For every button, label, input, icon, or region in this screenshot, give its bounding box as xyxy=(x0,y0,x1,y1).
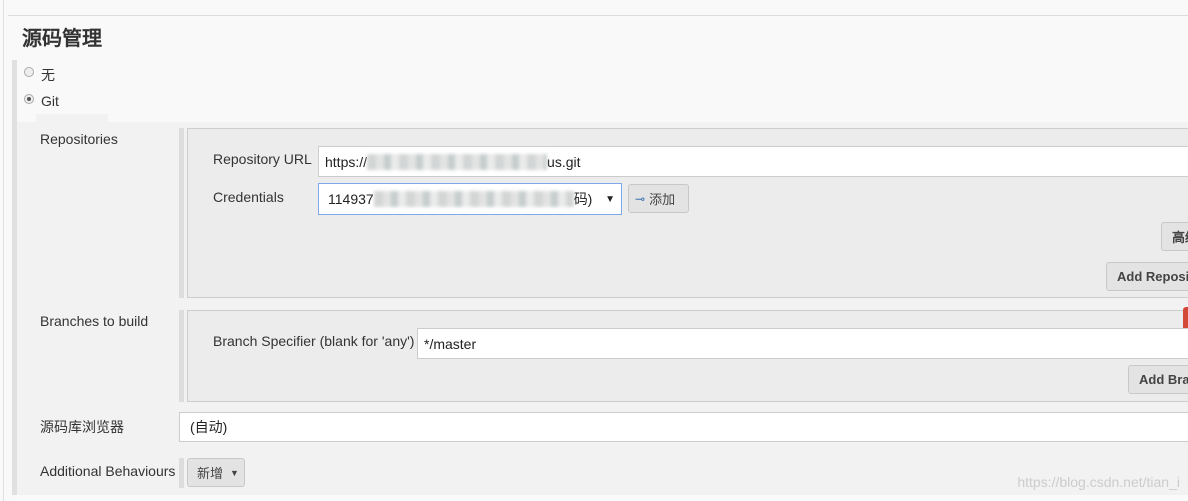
repository-url-label: Repository URL xyxy=(213,151,312,167)
radio-icon[interactable] xyxy=(24,67,34,77)
radio-icon[interactable] xyxy=(24,94,34,104)
add-repository-button[interactable]: Add Repository xyxy=(1106,262,1188,291)
branches-bar xyxy=(179,310,184,402)
caret-down-icon: ▼ xyxy=(230,467,239,478)
advanced-button[interactable]: 高级 xyxy=(1161,222,1188,251)
repositories-label: Repositories xyxy=(40,131,118,147)
repository-browser-select[interactable]: (自动) xyxy=(179,412,1188,442)
divider xyxy=(8,15,1188,16)
bottom-strip xyxy=(17,495,1188,501)
credentials-select[interactable]: 114937 码) ▼ xyxy=(318,183,622,215)
radio-none-label: 无 xyxy=(41,67,55,83)
radio-git-label: Git xyxy=(41,93,59,109)
url-suffix: us.git xyxy=(547,153,581,170)
credentials-label: Credentials xyxy=(213,189,284,205)
section-title: 源码管理 xyxy=(22,28,102,50)
redacted-text xyxy=(367,153,548,170)
add-behaviour-button[interactable]: 新增 ▼ xyxy=(187,458,245,487)
credentials-suffix: 码) xyxy=(573,191,593,207)
key-icon: ⊸ xyxy=(635,191,646,206)
git-section-tab xyxy=(36,114,108,122)
credentials-prefix: 114937 xyxy=(328,191,374,207)
additional-behaviours-label: Additional Behaviours xyxy=(40,463,176,479)
repository-browser-label: 源码库浏览器 xyxy=(40,419,124,435)
behaviours-bar xyxy=(179,458,184,488)
watermark: https://blog.csdn.net/tian_i xyxy=(1017,474,1180,490)
add-behaviour-label: 新增 xyxy=(197,466,224,481)
redacted-text xyxy=(373,191,574,207)
add-branch-button[interactable]: Add Branch xyxy=(1128,365,1188,394)
add-credentials-button[interactable]: ⊸ 添加 xyxy=(628,184,689,213)
branch-specifier-label: Branch Specifier (blank for 'any') xyxy=(213,333,415,349)
branch-specifier-input[interactable]: */master xyxy=(417,328,1188,359)
repositories-bar xyxy=(179,128,184,298)
url-prefix: https:// xyxy=(325,153,368,170)
repository-url-input[interactable]: https:// us.git xyxy=(318,146,1188,177)
dropdown-arrow-icon: ▼ xyxy=(605,193,615,205)
branches-label: Branches to build xyxy=(40,313,149,329)
page-edge xyxy=(3,0,4,501)
add-label: 添加 xyxy=(649,192,676,207)
